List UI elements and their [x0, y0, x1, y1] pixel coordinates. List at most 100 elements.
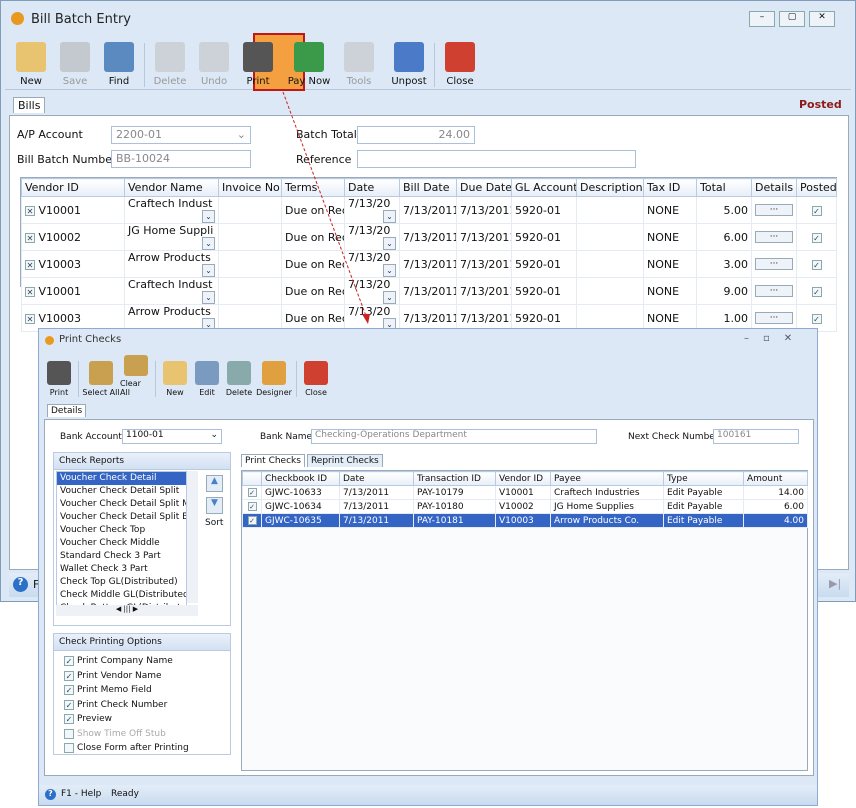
column-header[interactable]: Transaction ID — [413, 471, 496, 486]
toolbar-separator — [296, 361, 297, 397]
checkbox[interactable] — [64, 728, 74, 739]
new-button[interactable]: New — [9, 37, 53, 87]
status-text: Ready — [111, 789, 139, 799]
column-header[interactable]: Type — [663, 471, 744, 486]
close-button[interactable]: Close — [300, 355, 332, 397]
delete-button[interactable]: Delete — [223, 355, 255, 397]
row-checkbox[interactable]: ✓ — [247, 501, 257, 511]
table-row[interactable]: ✓ GJWC-10634 7/13/2011 PAY-10180 V10002 JG Ho… — [242, 499, 808, 514]
button-label: Clear All — [120, 379, 141, 397]
cell[interactable]: Edit Payable — [663, 499, 744, 514]
undo-button[interactable]: Undo — [192, 37, 236, 87]
pay-now-button[interactable]: Pay Now — [287, 37, 331, 87]
report-item[interactable]: Voucher Check Middle — [57, 537, 186, 550]
delete-button[interactable]: Delete — [148, 37, 192, 87]
dialog-window-controls[interactable]: –▫✕ — [744, 333, 806, 344]
checkbox[interactable]: ✓ — [64, 714, 74, 725]
cell[interactable]: V10001 — [495, 485, 551, 500]
cell[interactable]: JG Home Supplies — [550, 499, 664, 514]
option-preview[interactable]: ✓ Preview — [64, 712, 220, 727]
option-label: Show Time Off Stub — [77, 728, 166, 739]
cell[interactable]: 7/13/2011 — [339, 499, 414, 514]
cell[interactable]: Edit Payable — [663, 513, 744, 528]
print-button[interactable]: Print — [43, 355, 75, 397]
row-checkbox[interactable]: ✓ — [247, 515, 257, 525]
option-print-company-name[interactable]: ✓ Print Company Name — [64, 654, 220, 669]
reports-hscrollbar[interactable]: ◀ ||| ▶ — [56, 605, 198, 616]
cell[interactable]: 7/13/2011 — [339, 485, 414, 500]
column-header[interactable]: Checkbook ID — [261, 471, 340, 486]
option-close-form-after-printing[interactable]: Close Form after Printing — [64, 741, 220, 756]
column-header[interactable]: Amount — [743, 471, 808, 486]
tab-reprint-checks[interactable]: Reprint Checks — [306, 454, 383, 467]
select-all-button[interactable]: Select All — [82, 355, 120, 397]
dialog-toolbar: Print Select All Clear All New Edit Delete Des… — [43, 353, 332, 397]
dialog-status-bar: ? F1 - Help Ready — [39, 785, 817, 805]
option-show-time-off-stub[interactable]: Show Time Off Stub — [64, 727, 220, 742]
column-header[interactable]: Payee — [550, 471, 664, 486]
find-button[interactable]: Find — [97, 37, 141, 87]
save-button[interactable]: Save — [53, 37, 97, 87]
bank-account-select[interactable]: 1100-01 ⌄ — [122, 429, 222, 444]
column-header[interactable]: Date — [339, 471, 414, 486]
cell[interactable]: GJWC-10634 — [261, 499, 340, 514]
option-print-memo-field[interactable]: ✓ Print Memo Field — [64, 683, 220, 698]
report-item[interactable]: Voucher Check Detail Split — [57, 485, 186, 498]
option-print-check-number[interactable]: ✓ Print Check Number — [64, 698, 220, 713]
next-check-field[interactable]: 100161 — [713, 429, 799, 444]
report-item[interactable]: Check Middle GL(Distributed) — [57, 589, 186, 602]
tools-button[interactable]: Tools — [331, 37, 387, 87]
button-label: Select All — [82, 388, 120, 397]
cell[interactable]: Arrow Products Co. — [550, 513, 664, 528]
report-item[interactable]: Voucher Check Detail — [57, 472, 186, 485]
checkbox[interactable]: ✓ — [64, 685, 74, 696]
checkbox[interactable]: ✓ — [64, 670, 74, 681]
cell[interactable]: PAY-10181 — [413, 513, 496, 528]
checks-grid: Checkbook ID Date Transaction ID Vendor ID P… — [242, 471, 808, 528]
close-button[interactable]: Close — [438, 37, 482, 87]
sort-down-button[interactable]: ▼ — [206, 497, 223, 514]
option-label: Close Form after Printing — [77, 743, 189, 754]
cell[interactable]: 4.00 — [743, 513, 808, 528]
report-item[interactable]: Voucher Check Detail Split Middle — [57, 498, 186, 511]
report-item[interactable]: Wallet Check 3 Part — [57, 563, 186, 576]
report-item[interactable]: Check Top GL(Distributed) — [57, 576, 186, 589]
sort-up-button[interactable]: ▲ — [206, 475, 223, 492]
edit-button[interactable]: Edit — [191, 355, 223, 397]
print-button[interactable]: Print — [236, 37, 280, 87]
cell[interactable]: PAY-10179 — [413, 485, 496, 500]
tab-print-checks[interactable]: Print Checks — [241, 454, 305, 467]
new-button[interactable]: New — [159, 355, 191, 397]
clear-all-button[interactable]: Clear All — [120, 355, 152, 397]
check-reports-group: Check Reports Voucher Check Detail Vouche… — [53, 452, 231, 626]
row-checkbox[interactable]: ✓ — [247, 487, 257, 497]
tab-details[interactable]: Details — [47, 404, 87, 417]
option-print-vendor-name[interactable]: ✓ Print Vendor Name — [64, 669, 220, 684]
designer-button[interactable]: Designer — [255, 355, 293, 397]
cell[interactable]: V10003 — [495, 513, 551, 528]
cell[interactable]: PAY-10180 — [413, 499, 496, 514]
report-item[interactable]: Standard Check 3 Part — [57, 550, 186, 563]
column-header[interactable]: Vendor ID — [495, 471, 551, 486]
cell[interactable]: 7/13/2011 — [339, 513, 414, 528]
cell[interactable]: 6.00 — [743, 499, 808, 514]
checkbox[interactable]: ✓ — [64, 699, 74, 710]
new-icon — [163, 361, 187, 385]
cell[interactable]: Edit Payable — [663, 485, 744, 500]
reports-scrollbar[interactable] — [187, 471, 198, 603]
cell[interactable]: 14.00 — [743, 485, 808, 500]
table-row[interactable]: ✓ GJWC-10635 7/13/2011 PAY-10181 V10003 Arrow… — [242, 513, 808, 528]
cell[interactable]: GJWC-10635 — [261, 513, 340, 528]
cell[interactable]: Craftech Industries — [550, 485, 664, 500]
button-label: Delete — [153, 76, 187, 87]
table-row[interactable]: ✓ GJWC-10633 7/13/2011 PAY-10179 V10001 Craft… — [242, 485, 808, 500]
check-reports-list[interactable]: Voucher Check Detail Voucher Check Detail… — [56, 471, 187, 616]
unpost-button[interactable]: Unpost — [387, 37, 431, 87]
cell[interactable]: V10002 — [495, 499, 551, 514]
checkbox[interactable]: ✓ — [64, 656, 74, 667]
select-all-icon — [89, 361, 113, 385]
checkbox[interactable] — [64, 743, 74, 754]
report-item[interactable]: Voucher Check Detail Split Bottom — [57, 511, 186, 524]
report-item[interactable]: Voucher Check Top — [57, 524, 186, 537]
cell[interactable]: GJWC-10633 — [261, 485, 340, 500]
